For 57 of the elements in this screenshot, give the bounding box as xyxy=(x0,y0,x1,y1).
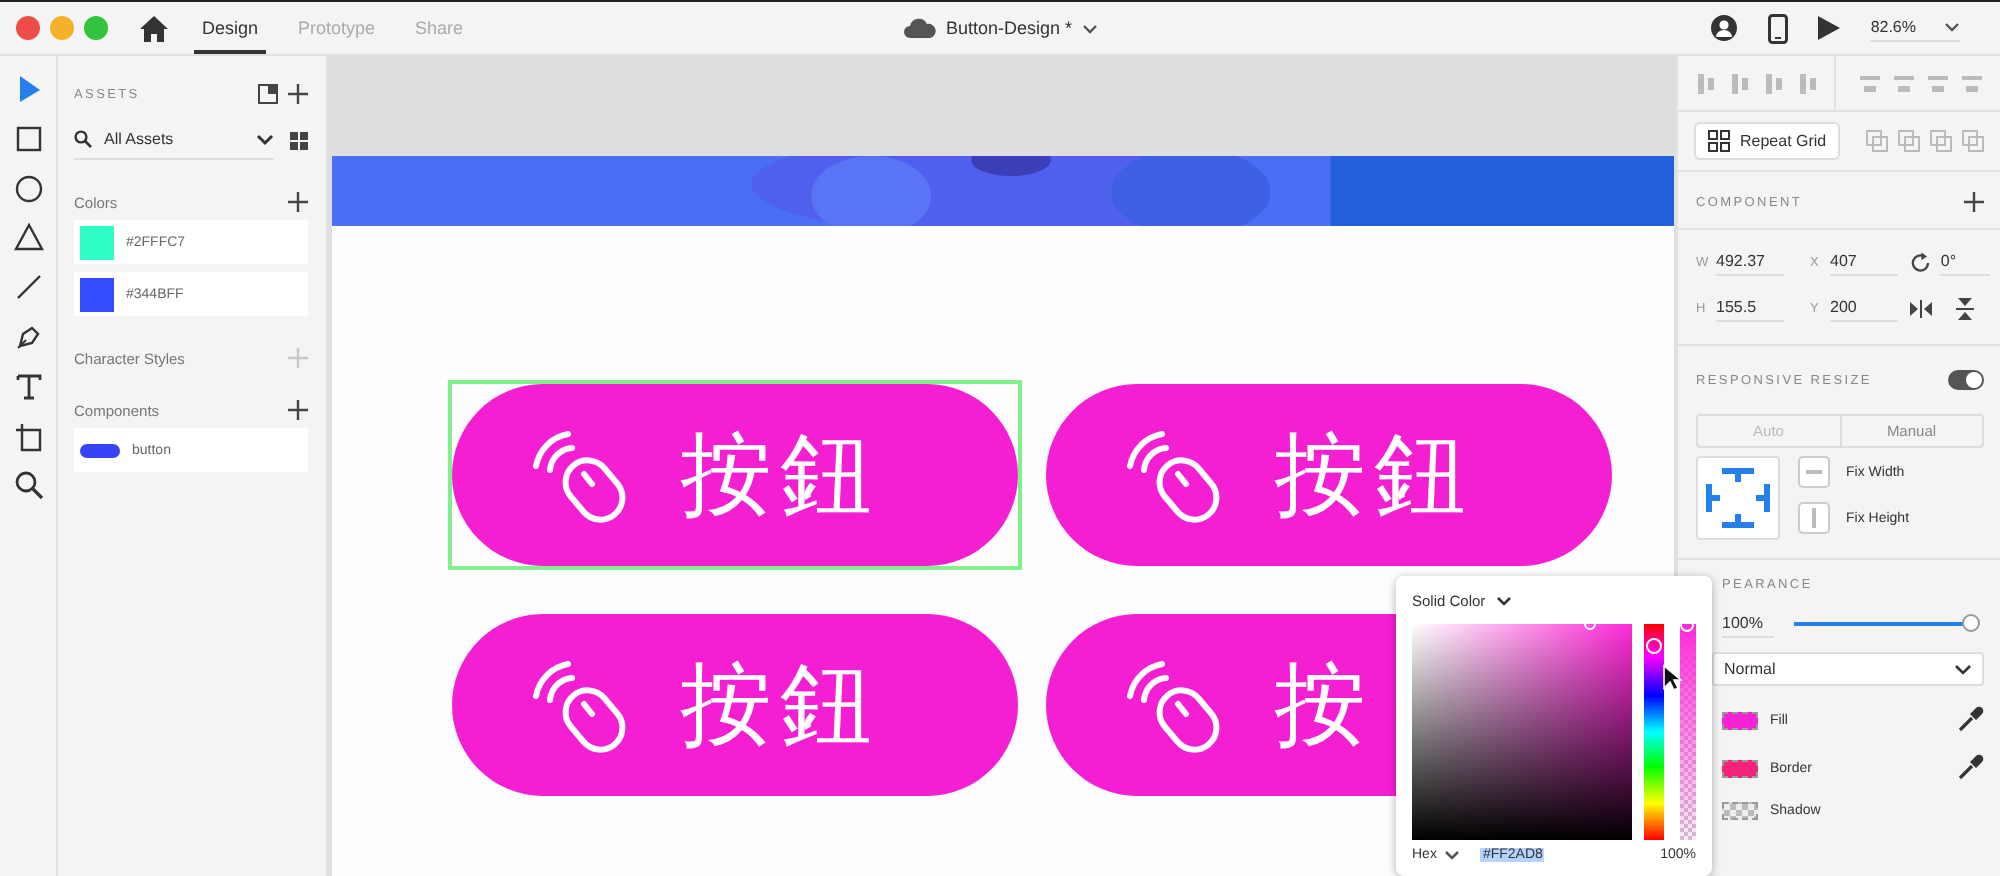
input-field[interactable]: 492.37 xyxy=(1716,248,1784,276)
pill-button[interactable]: 按鈕 xyxy=(452,384,1018,566)
search-field[interactable]: All Assets xyxy=(74,124,274,160)
constraints-icon[interactable] xyxy=(1696,456,1780,540)
phone-icon[interactable] xyxy=(1768,13,1789,43)
ellipse-icon[interactable] xyxy=(13,173,43,204)
plus-icon[interactable] xyxy=(288,400,308,420)
cloud-icon xyxy=(904,18,936,38)
document-title[interactable]: Button-Design * xyxy=(946,18,1073,38)
component-thumbnail-icon xyxy=(80,443,120,457)
zoom-dropdown[interactable]: 82.6% xyxy=(1870,14,1960,42)
plus-icon[interactable] xyxy=(1964,192,1984,212)
blend-mode-dropdown[interactable]: Normal xyxy=(1712,652,1984,686)
cursor-icon xyxy=(1662,664,1682,692)
play-icon[interactable] xyxy=(1818,16,1841,40)
grid-icon xyxy=(1708,130,1730,152)
toggle-switch[interactable] xyxy=(1948,370,1984,390)
input-field[interactable]: 155.5 xyxy=(1716,294,1784,322)
home-icon[interactable] xyxy=(140,15,168,41)
eyedropper-icon[interactable] xyxy=(1956,754,1984,782)
plus-icon[interactable] xyxy=(288,192,308,212)
color-swatch[interactable] xyxy=(1722,759,1758,777)
text-tool-icon[interactable] xyxy=(13,371,43,402)
chevron-down-icon[interactable] xyxy=(1082,23,1099,33)
search-icon[interactable] xyxy=(13,470,43,501)
line-icon[interactable] xyxy=(13,272,43,303)
chevron-down-icon xyxy=(1954,663,1972,675)
chevron-down-icon xyxy=(1495,595,1512,605)
hue-slider[interactable] xyxy=(1644,624,1664,840)
pen-icon[interactable] xyxy=(13,321,43,352)
user-icon[interactable] xyxy=(1710,14,1739,42)
artboard-icon[interactable] xyxy=(13,421,43,452)
flip-horizontal-icon[interactable] xyxy=(1910,299,1932,317)
input-field[interactable]: 100% xyxy=(1722,610,1774,638)
repeat-grid-button[interactable]: Repeat Grid xyxy=(1694,122,1841,160)
chevron-down-icon xyxy=(256,133,274,145)
rectangle-icon[interactable] xyxy=(13,123,43,154)
eyedropper-icon[interactable] xyxy=(1956,706,1984,734)
color-field[interactable] xyxy=(1412,624,1632,840)
input-field[interactable]: 407 xyxy=(1830,248,1898,276)
flip-vertical-icon[interactable] xyxy=(1956,297,1974,319)
chevron-down-icon xyxy=(1944,22,1960,32)
alpha-slider[interactable] xyxy=(1680,624,1696,840)
pill-button[interactable]: 按鈕 xyxy=(452,614,1018,796)
input-field[interactable]: 200 xyxy=(1830,294,1898,322)
rotate-icon xyxy=(1910,251,1931,273)
plus-icon[interactable] xyxy=(288,84,308,104)
grid-view-icon[interactable] xyxy=(290,132,308,150)
input-field[interactable]: 0° xyxy=(1940,248,1990,276)
triangle-icon[interactable] xyxy=(13,222,43,253)
shadow-swatch[interactable] xyxy=(1722,802,1758,820)
window-control-icon[interactable] xyxy=(16,16,40,40)
color-swatch[interactable] xyxy=(1722,711,1758,729)
library-icon[interactable] xyxy=(258,84,278,104)
chevron-down-icon xyxy=(1444,850,1461,860)
pill-button[interactable]: 按鈕 xyxy=(1046,384,1612,566)
search-icon xyxy=(74,130,92,148)
